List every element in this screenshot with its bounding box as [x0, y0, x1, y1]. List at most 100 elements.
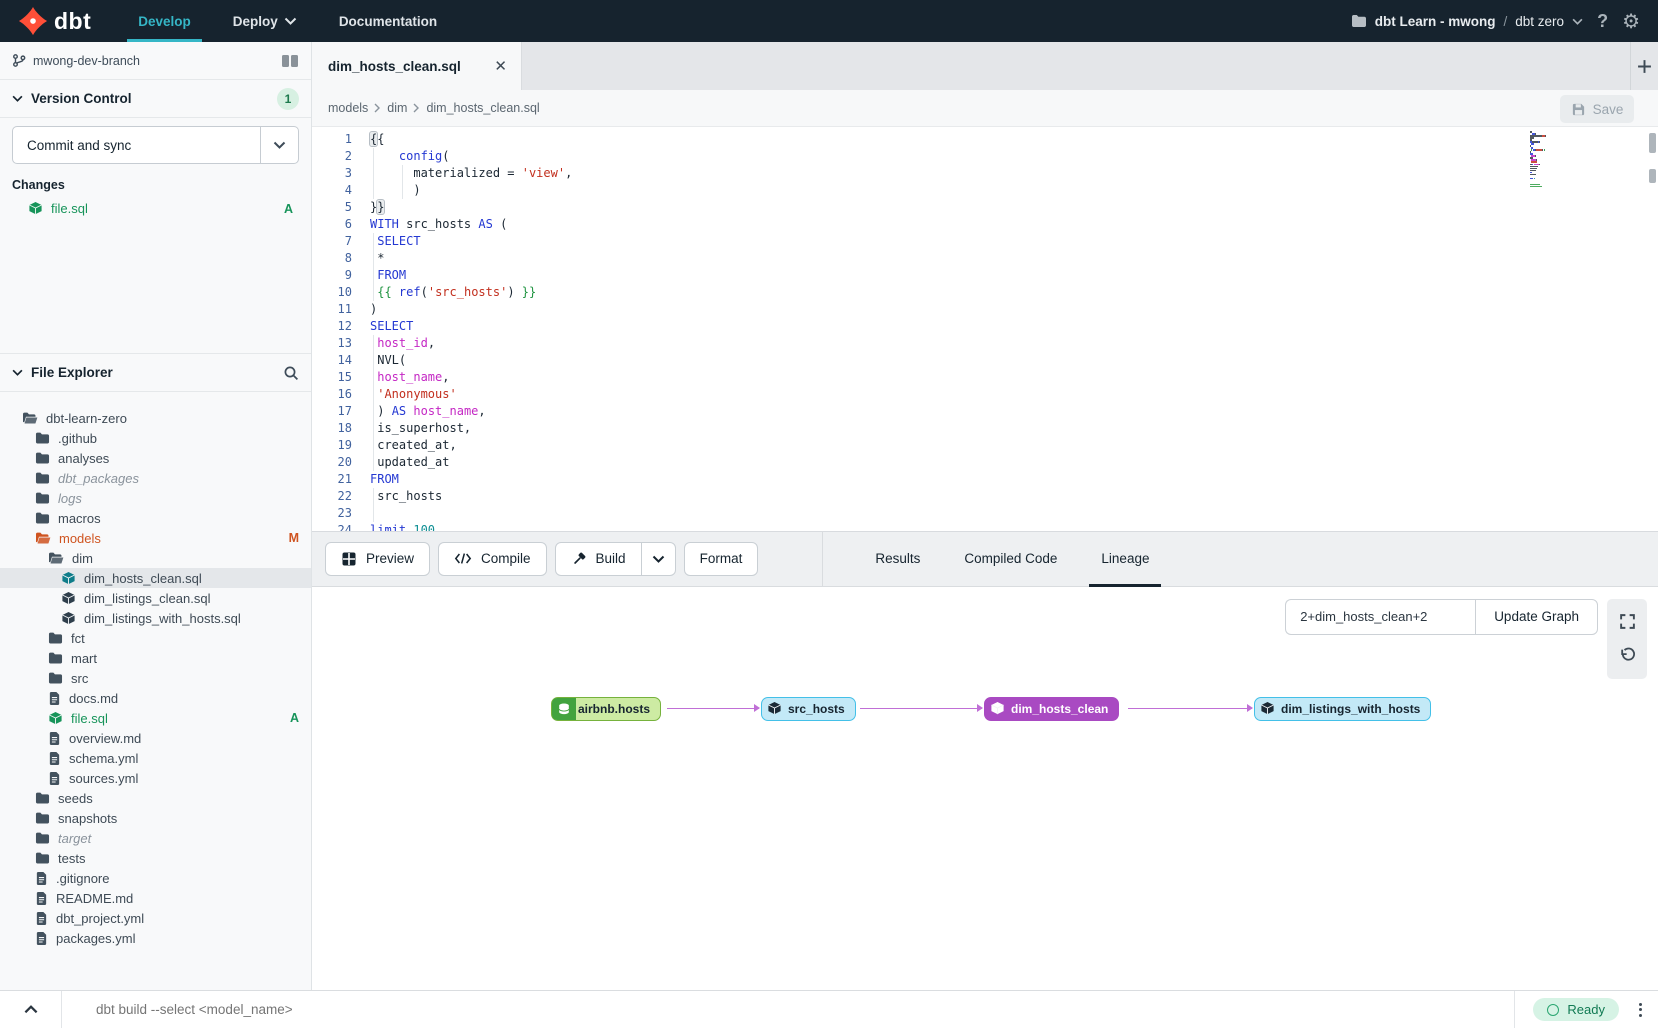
tree-item-schema-yml[interactable]: schema.yml — [0, 748, 311, 768]
tree-item-overview-md[interactable]: overview.md — [0, 728, 311, 748]
nav-item-develop[interactable]: Develop — [117, 0, 212, 42]
tree-item-snapshots[interactable]: snapshots — [0, 808, 311, 828]
lineage-edge — [667, 708, 759, 710]
kebab-menu-icon[interactable] — [1635, 999, 1646, 1021]
breadcrumb-item[interactable]: models — [328, 101, 368, 115]
lineage-filter-input[interactable] — [1285, 599, 1475, 635]
breadcrumb: models dim dim_hosts_clean.sql Save — [312, 90, 1658, 127]
code-line-2: config( — [370, 148, 1658, 165]
tree-item-target[interactable]: target — [0, 828, 311, 848]
code-line-22: src_hosts — [370, 488, 1658, 505]
file-icon — [35, 931, 48, 946]
code-editor[interactable]: 1234567891011121314151617181920212223242… — [312, 127, 1658, 531]
settings-gear-icon[interactable]: ⚙ — [1622, 9, 1640, 34]
format-button[interactable]: Format — [684, 542, 759, 576]
panel-tab-results[interactable]: Results — [853, 531, 942, 587]
changes-count-badge: 1 — [277, 88, 299, 110]
tree-item-file-sql[interactable]: file.sqlA — [0, 708, 311, 728]
compile-label: Compile — [481, 551, 531, 566]
tree-item-macros[interactable]: macros — [0, 508, 311, 528]
breadcrumb-item[interactable]: dim_hosts_clean.sql — [426, 101, 539, 115]
tree-item--github[interactable]: .github — [0, 428, 311, 448]
tree-item-readme-md[interactable]: README.md — [0, 888, 311, 908]
tab-dim-hosts-clean[interactable]: dim_hosts_clean.sql ✕ — [312, 42, 522, 90]
command-input[interactable] — [62, 1002, 1514, 1017]
panel-tabs: ResultsCompiled CodeLineage — [853, 531, 1171, 587]
tree-item-dim-hosts-clean-sql[interactable]: dim_hosts_clean.sql — [0, 568, 311, 588]
tree-item-logs[interactable]: logs — [0, 488, 311, 508]
tree-item-tests[interactable]: tests — [0, 848, 311, 868]
tree-item-label: src — [71, 671, 88, 686]
tree-item-label: dim_listings_clean.sql — [84, 591, 210, 606]
tree-item-dim[interactable]: dim — [0, 548, 311, 568]
tree-item-dim-listings-clean-sql[interactable]: dim_listings_clean.sql — [0, 588, 311, 608]
code-line-16: 'Anonymous' — [370, 386, 1658, 403]
help-icon[interactable]: ? — [1597, 11, 1608, 32]
branch-name: mwong-dev-branch — [33, 54, 140, 68]
lineage-node-airbnb-hosts[interactable]: airbnb.hosts — [551, 697, 661, 721]
reset-view-icon[interactable] — [1619, 647, 1636, 664]
save-button[interactable]: Save — [1560, 95, 1634, 123]
breadcrumb-item[interactable]: dim — [387, 101, 407, 115]
panel-tab-lineage[interactable]: Lineage — [1079, 531, 1171, 587]
dbt-logo[interactable]: dbt — [0, 6, 117, 36]
lineage-node-src-hosts[interactable]: src_hosts — [761, 697, 856, 721]
tree-item-dim-listings-with-hosts-sql[interactable]: dim_listings_with_hosts.sql — [0, 608, 311, 628]
tree-item-label: macros — [58, 511, 101, 526]
lineage-graph[interactable]: airbnb.hosts src_hosts dim_hosts_clean dim_… — [312, 587, 1658, 991]
tree-item-models[interactable]: modelsM — [0, 528, 311, 548]
commit-and-sync-button[interactable]: Commit and sync — [13, 127, 260, 163]
editor-column: dim_hosts_clean.sql ✕ models dim dim_hosts… — [312, 42, 1658, 990]
file-explorer-header[interactable]: File Explorer — [0, 354, 311, 392]
tree-item-label: sources.yml — [69, 771, 138, 786]
tree-item-label: tests — [58, 851, 85, 866]
version-control-header[interactable]: Version Control 1 — [0, 80, 311, 118]
status-bar: Ready — [0, 990, 1658, 1028]
nav-item-deploy[interactable]: Deploy — [212, 0, 318, 42]
build-options-button[interactable] — [641, 543, 675, 575]
account-switcher[interactable]: dbt Learn - mwong / dbt zero — [1351, 14, 1583, 29]
file-icon — [35, 911, 48, 926]
changed-file-row[interactable]: file.sql A — [12, 198, 299, 219]
tree-item-dbt-packages[interactable]: dbt_packages — [0, 468, 311, 488]
account-separator: / — [1504, 14, 1508, 29]
tree-item-src[interactable]: src — [0, 668, 311, 688]
chevron-down-icon — [1572, 18, 1583, 25]
search-icon[interactable] — [283, 365, 299, 381]
close-icon[interactable]: ✕ — [494, 59, 507, 74]
tab-bar: dim_hosts_clean.sql ✕ — [312, 42, 1658, 90]
nav-item-label: Deploy — [233, 14, 278, 29]
commit-options-button[interactable] — [260, 127, 298, 163]
tree-item-dbt-project-yml[interactable]: dbt_project.yml — [0, 908, 311, 928]
editor-scrollbar[interactable] — [1649, 129, 1656, 529]
nav-item-documentation[interactable]: Documentation — [318, 0, 458, 42]
expand-console-button[interactable] — [0, 991, 62, 1028]
tree-item-analyses[interactable]: analyses — [0, 448, 311, 468]
new-tab-button[interactable] — [1630, 42, 1658, 90]
tree-item-docs-md[interactable]: docs.md — [0, 688, 311, 708]
preview-button[interactable]: Preview — [325, 542, 430, 576]
tree-item-dbt-learn-zero[interactable]: dbt-learn-zero — [0, 408, 311, 428]
build-button[interactable]: Build — [556, 543, 641, 575]
compile-button[interactable]: Compile — [438, 542, 547, 576]
tree-item-fct[interactable]: fct — [0, 628, 311, 648]
lineage-node-dim-listings-with-hosts[interactable]: dim_listings_with_hosts — [1254, 697, 1431, 721]
tree-item-packages-yml[interactable]: packages.yml — [0, 928, 311, 948]
model-cube-icon — [61, 611, 76, 626]
tree-item-mart[interactable]: mart — [0, 648, 311, 668]
code-line-18: is_superhost, — [370, 420, 1658, 437]
fullscreen-icon[interactable] — [1619, 613, 1636, 630]
update-graph-button[interactable]: Update Graph — [1475, 599, 1598, 635]
tree-item-sources-yml[interactable]: sources.yml — [0, 768, 311, 788]
project-folder-icon — [1351, 14, 1367, 28]
panel-tab-compiled-code[interactable]: Compiled Code — [942, 531, 1079, 587]
docs-book-icon[interactable] — [281, 54, 299, 68]
dbt-logo-icon — [18, 6, 48, 36]
code-pane[interactable]: {{ config( materialized = 'view', )}}WIT… — [352, 127, 1658, 531]
tree-item-seeds[interactable]: seeds — [0, 788, 311, 808]
tree-item--gitignore[interactable]: .gitignore — [0, 868, 311, 888]
changed-file-name: file.sql — [51, 201, 88, 216]
minimap[interactable] — [1530, 131, 1570, 190]
line-number-gutter: 1234567891011121314151617181920212223242… — [312, 127, 352, 531]
lineage-node-dim-hosts-clean[interactable]: dim_hosts_clean — [984, 697, 1119, 721]
